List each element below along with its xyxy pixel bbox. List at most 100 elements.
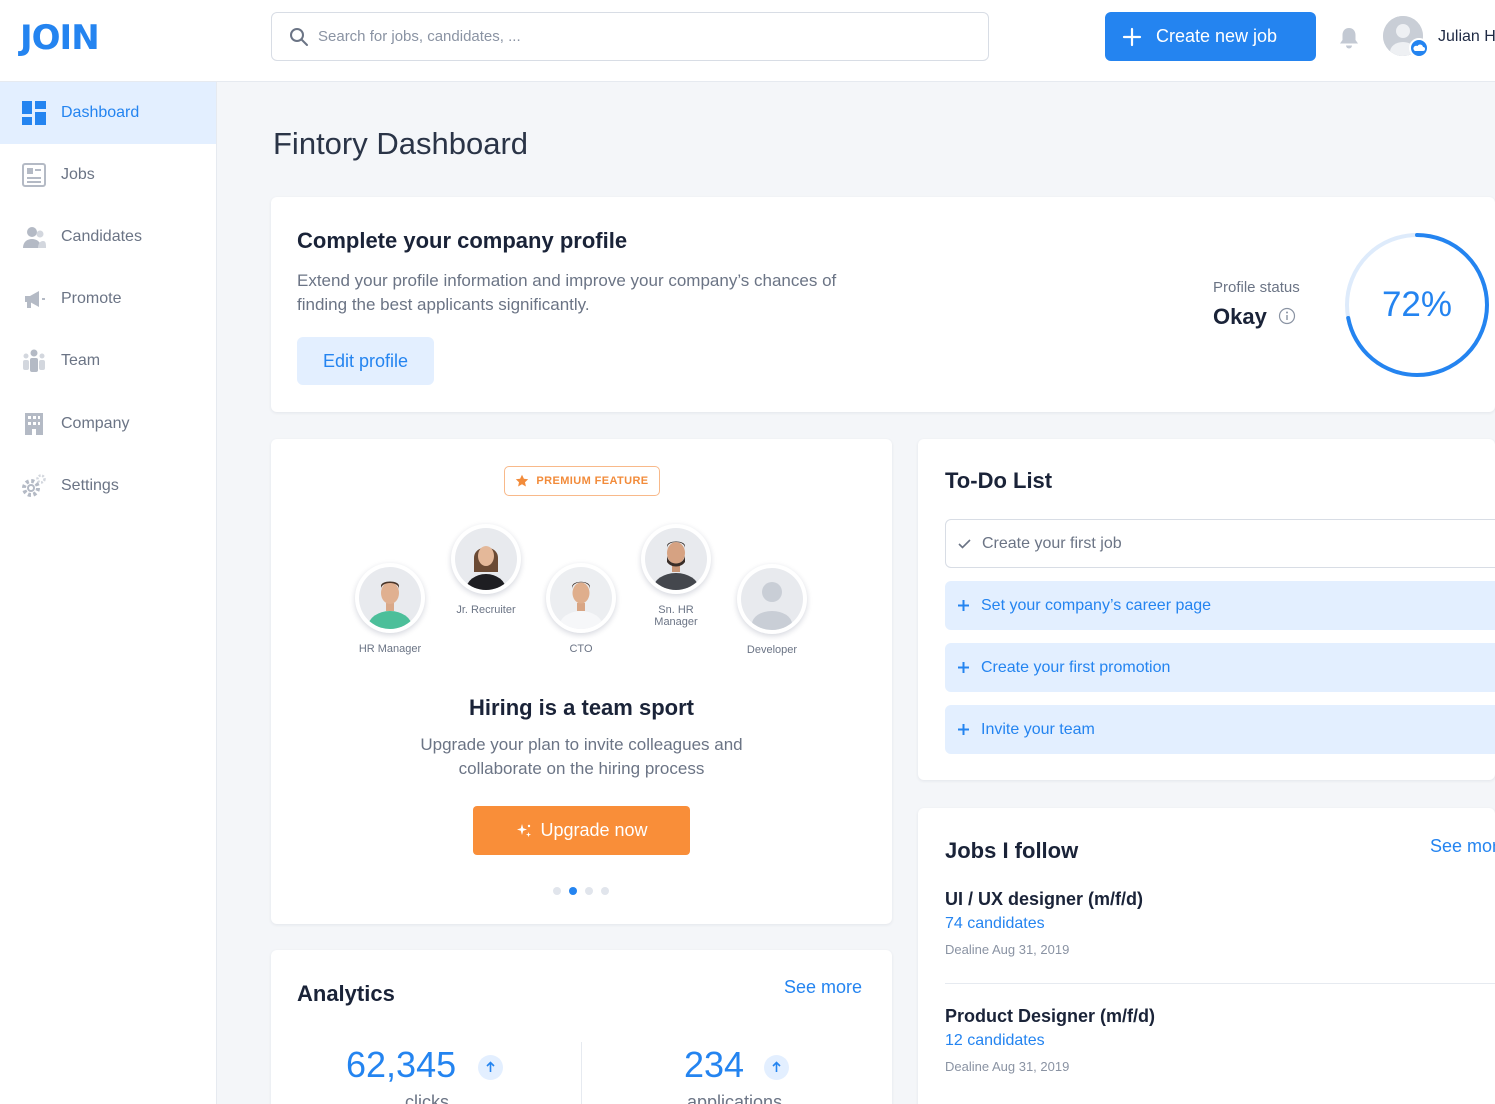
team-icon <box>23 349 45 372</box>
avatar <box>355 563 425 633</box>
person-photo <box>645 528 707 590</box>
avatar <box>737 564 807 634</box>
top-bar: JOIN Create new job <box>0 0 1495 82</box>
todo-item[interactable]: Invite your team <box>945 705 1495 754</box>
avatar-status-badge <box>1409 38 1429 58</box>
jobs-i-follow-card: Jobs I follow See more UI / UX designer … <box>918 808 1495 1104</box>
dashboard-icon <box>22 101 46 125</box>
arrow-up-icon <box>772 1061 781 1072</box>
sidebar-item-candidates[interactable]: Candidates <box>0 206 216 268</box>
sidebar-item-dashboard[interactable]: Dashboard <box>0 82 216 144</box>
premium-card-subtitle: Upgrade your plan to invite colleagues a… <box>420 735 743 778</box>
profile-card-description: Extend your profile information and impr… <box>297 271 837 314</box>
info-icon[interactable] <box>1278 307 1296 325</box>
company-profile-card: Complete your company profile Extend you… <box>271 197 1495 412</box>
search-box[interactable] <box>271 12 989 61</box>
page-title: Fintory Dashboard <box>273 126 529 161</box>
job-title[interactable]: Product Designer (m/f/d) <box>945 1006 1495 1027</box>
upgrade-now-label: Upgrade now <box>540 820 648 840</box>
user-avatar[interactable] <box>1383 16 1429 58</box>
todo-item[interactable]: Create your first promotion <box>945 643 1495 692</box>
arrow-up-icon <box>486 1061 495 1072</box>
job-candidates-link[interactable]: 12 candidates <box>945 1032 1495 1050</box>
sidebar-item-label: Jobs <box>61 166 95 183</box>
plus-icon <box>958 724 969 735</box>
trend-up-icon <box>478 1055 503 1080</box>
team-member-role: CTO <box>569 643 593 655</box>
todo-item[interactable]: Set your company’s career page <box>945 581 1495 630</box>
upgrade-now-button[interactable]: Upgrade now <box>473 806 690 855</box>
carousel-dot[interactable] <box>553 887 561 895</box>
todo-item-label: Create your first promotion <box>981 658 1171 676</box>
sidebar-item-company[interactable]: Company <box>0 393 216 455</box>
team-member-role: Jr. Recruiter <box>456 604 516 616</box>
edit-profile-button[interactable]: Edit profile <box>297 337 434 385</box>
analytics-card: Analytics See more 62,345 clicks 234 app… <box>271 950 892 1104</box>
team-member-role: Sn. HR Manager <box>654 604 698 628</box>
person-photo <box>455 528 517 590</box>
todo-item-label: Invite your team <box>981 720 1095 738</box>
bell-icon[interactable] <box>1338 26 1360 50</box>
sidebar-item-settings[interactable]: Settings <box>0 455 216 517</box>
avatar <box>546 563 616 633</box>
team-member-role: Developer <box>746 644 798 656</box>
carousel-dot[interactable] <box>601 887 609 895</box>
clicks-label: clicks <box>405 1092 449 1104</box>
avatar <box>451 524 521 594</box>
sidebar-item-label: Settings <box>61 477 119 494</box>
profile-percent: 72% <box>1381 285 1453 324</box>
sidebar-item-promote[interactable]: Promote <box>0 268 216 330</box>
search-input[interactable] <box>318 13 968 60</box>
create-new-job-button[interactable]: Create new job <box>1105 12 1316 61</box>
applications-value: 234 <box>684 1044 745 1085</box>
analytics-see-more-link[interactable]: See more <box>784 977 862 998</box>
team-member-developer: Developer <box>734 564 810 656</box>
megaphone-icon <box>25 291 45 308</box>
plus-icon <box>958 600 969 611</box>
todo-item[interactable]: Create your first job <box>945 519 1495 568</box>
clicks-value: 62,345 <box>346 1044 457 1085</box>
team-member-role: HR Manager <box>358 643 422 655</box>
divider <box>945 983 1495 984</box>
premium-card-title: Hiring is a team sport <box>469 695 694 720</box>
followed-job[interactable]: Product Designer (m/f/d) 12 candidates D… <box>945 1006 1495 1074</box>
todo-list-title: To-Do List <box>945 468 1053 493</box>
team-member-cto: CTO <box>543 563 619 655</box>
sidebar-item-label: Dashboard <box>61 104 140 121</box>
create-new-job-label: Create new job <box>1156 26 1278 46</box>
sidebar-item-jobs[interactable]: Jobs <box>0 144 216 206</box>
profile-status-value: Okay <box>1213 304 1267 329</box>
applications-label: applications <box>687 1092 783 1104</box>
todo-item-label: Set your company’s career page <box>981 596 1212 614</box>
gear-icon <box>22 474 46 497</box>
jobs-follow-title: Jobs I follow <box>945 838 1079 863</box>
job-title[interactable]: UI / UX designer (m/f/d) <box>945 889 1495 910</box>
plus-icon <box>958 662 969 673</box>
sparkle-icon <box>517 823 532 837</box>
sidebar: Dashboard Jobs Candidates Promote Team C… <box>0 82 217 1104</box>
todo-item-label: Create your first job <box>982 534 1122 552</box>
followed-job[interactable]: UI / UX designer (m/f/d) 74 candidates D… <box>945 889 1495 957</box>
carousel-dots <box>553 887 613 897</box>
jobs-see-more-link[interactable]: See more <box>1430 836 1495 857</box>
avatar <box>641 524 711 594</box>
check-icon <box>958 539 971 549</box>
team-member-hr-manager: HR Manager <box>352 563 428 655</box>
sidebar-item-label: Team <box>61 352 101 369</box>
jobs-icon <box>22 163 46 187</box>
join-logo[interactable]: JOIN <box>20 18 100 58</box>
sidebar-item-label: Company <box>61 415 130 432</box>
star-icon <box>516 474 529 487</box>
cloud-icon <box>1413 44 1425 51</box>
premium-feature-card: PREMIUM FEATURE HR Manager Jr. Recruiter <box>271 439 892 924</box>
plus-icon <box>1122 27 1142 46</box>
carousel-dot[interactable] <box>585 887 593 895</box>
sidebar-item-team[interactable]: Team <box>0 330 216 392</box>
user-name[interactable]: Julian H <box>1438 28 1495 46</box>
job-candidates-link[interactable]: 74 candidates <box>945 915 1495 933</box>
job-deadline: Dealine Aug 31, 2019 <box>945 1059 1070 1074</box>
carousel-dot-active[interactable] <box>569 887 577 895</box>
trend-up-icon <box>764 1055 789 1080</box>
person-photo <box>550 567 612 629</box>
profile-status-label: Profile status <box>1213 279 1300 296</box>
